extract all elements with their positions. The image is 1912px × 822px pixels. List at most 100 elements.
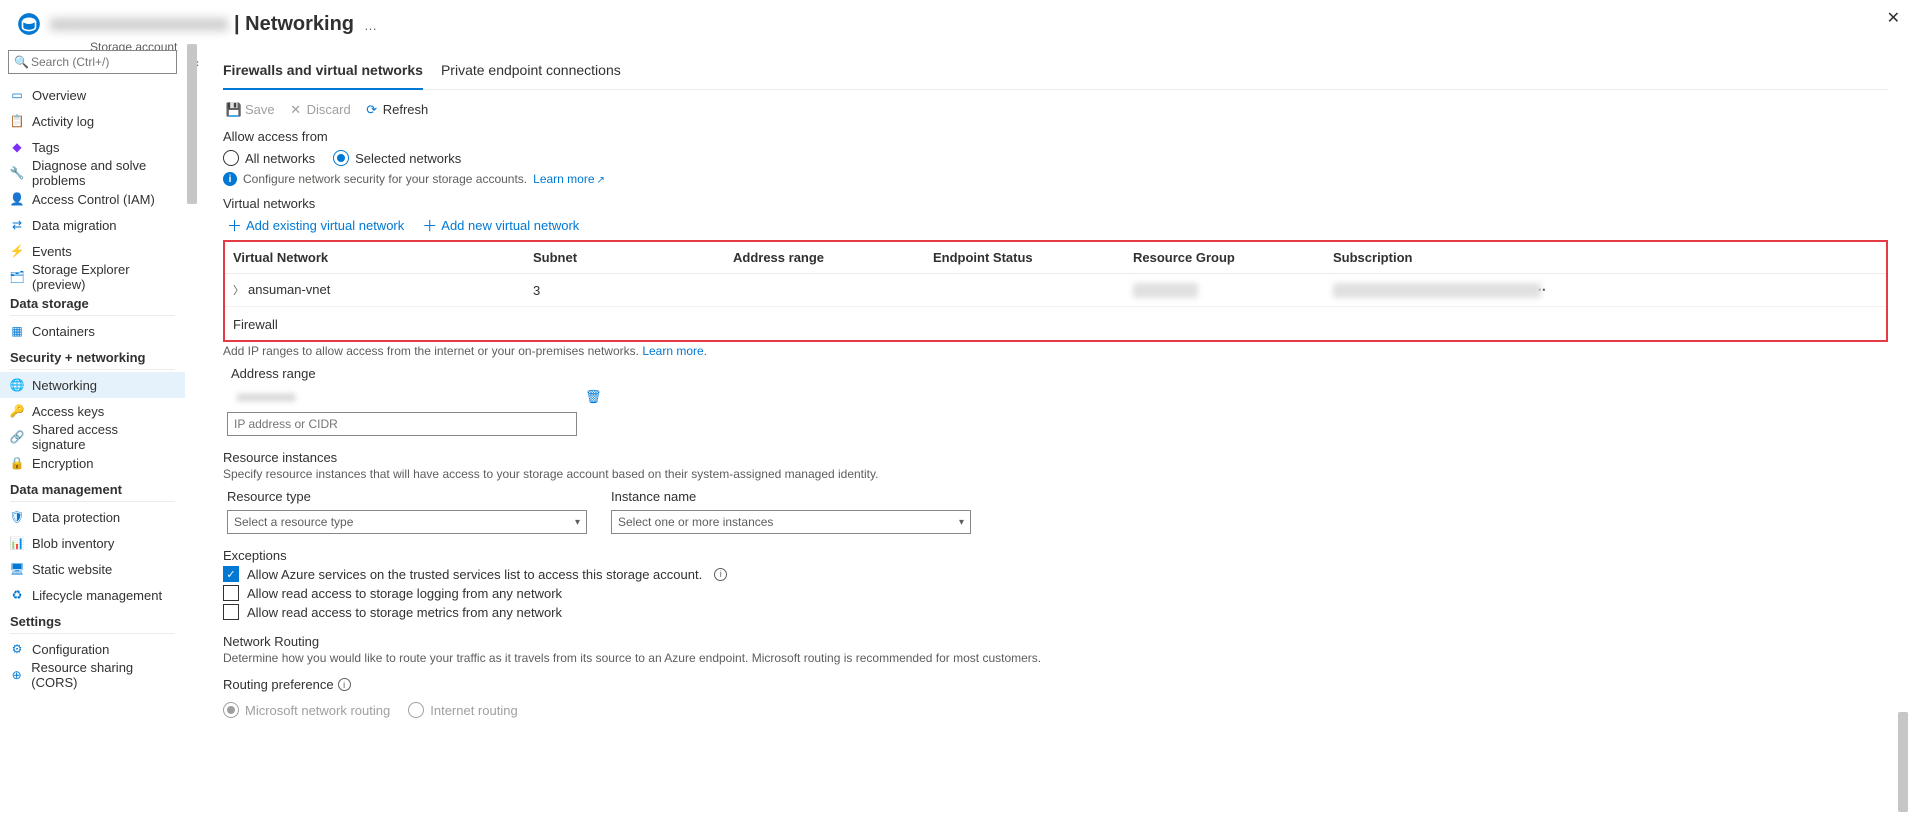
main-scrollbar-thumb[interactable] — [1898, 712, 1908, 812]
nav-lifecycle[interactable]: ♻Lifecycle management — [0, 582, 185, 608]
radio-icon — [223, 150, 239, 166]
activity-log-icon: 📋 — [10, 114, 24, 128]
learn-more-link[interactable]: Learn more↗ — [533, 172, 605, 186]
checkbox-read-metrics[interactable] — [223, 604, 239, 620]
chevron-right-icon[interactable]: 〉 — [233, 285, 244, 297]
nav-cors[interactable]: ⊕Resource sharing (CORS) — [0, 662, 185, 688]
nav-activity-log[interactable]: 📋Activity log — [0, 108, 185, 134]
group-settings-heading: Settings — [0, 608, 185, 631]
vnet-rg-redacted: xxxxxxxxxx — [1133, 283, 1198, 298]
radio-icon-selected — [333, 150, 349, 166]
configuration-icon: ⚙ — [10, 642, 24, 656]
lifecycle-icon: ♻ — [10, 588, 24, 602]
vnet-sub-redacted: xxxxxxxxxxxxxxxxxxxxxxxxxxxxxxxx — [1333, 283, 1541, 298]
migration-icon: ⇄ — [10, 218, 24, 232]
diagnose-icon: 🔧 — [10, 166, 24, 180]
nav-diagnose[interactable]: 🔧Diagnose and solve problems — [0, 160, 185, 186]
col-virtual-network: Virtual Network — [233, 250, 533, 265]
divider — [10, 501, 175, 502]
tab-private-endpoint[interactable]: Private endpoint connections — [441, 56, 621, 89]
vnet-table-row[interactable]: 〉 ansuman-vnet 3 xxxxxxxxxx xxxxxxxxxxxxx… — [225, 274, 1886, 307]
highlighted-region: Virtual Network Subnet Address range End… — [223, 240, 1888, 342]
nav-containers[interactable]: ▦Containers — [0, 318, 185, 344]
networking-icon: 🌐 — [10, 378, 24, 392]
vnet-subnet-count: 3 — [533, 283, 733, 298]
blade-header: xxxxxxxxxxxxxxxx | Networking … Storage … — [0, 0, 1912, 44]
col-address-range: Address range — [733, 250, 933, 265]
vnet-table-header: Virtual Network Subnet Address range End… — [225, 242, 1886, 274]
exceptions-heading: Exceptions — [223, 548, 1888, 563]
discard-button[interactable]: ✕Discard — [289, 102, 351, 117]
nav-networking[interactable]: 🌐Networking — [0, 372, 185, 398]
command-bar: 💾Save ✕Discard ⟳Refresh — [223, 90, 1888, 125]
ip-address-input[interactable] — [227, 412, 577, 436]
inventory-icon: 📊 — [10, 536, 24, 550]
more-actions-icon[interactable]: … — [364, 18, 377, 33]
nav-access-keys[interactable]: 🔑Access keys — [0, 398, 185, 424]
events-icon: ⚡ — [10, 244, 24, 258]
close-icon[interactable]: ✕ — [1887, 8, 1900, 28]
tags-icon: ◆ — [10, 140, 24, 154]
firewall-learn-more-link[interactable]: Learn more. — [642, 344, 707, 358]
delete-ip-icon[interactable]: 🗑 — [585, 389, 602, 405]
instance-name-select[interactable]: Select one or more instances▾ — [611, 510, 971, 534]
allow-access-label: Allow access from — [223, 129, 1888, 144]
radio-all-networks[interactable]: All networks — [223, 150, 315, 166]
save-icon: 💾 — [227, 103, 241, 117]
resource-instances-help: Specify resource instances that will hav… — [223, 467, 1888, 481]
explorer-icon: 🗂 — [10, 270, 24, 284]
group-data-storage-heading: Data storage — [0, 290, 185, 313]
refresh-button[interactable]: ⟳Refresh — [365, 102, 429, 117]
nav-blob-inventory[interactable]: 📊Blob inventory — [0, 530, 185, 556]
sidebar-search-input[interactable] — [8, 50, 177, 74]
nav-storage-explorer[interactable]: 🗂Storage Explorer (preview) — [0, 264, 185, 290]
nav-static-website[interactable]: 🖥Static website — [0, 556, 185, 582]
resource-type-select[interactable]: Select a resource type▾ — [227, 510, 587, 534]
info-tooltip-icon[interactable]: i — [714, 568, 727, 581]
sidebar: 🔍 « ▭Overview 📋Activity log ◆Tags 🔧Diagn… — [0, 44, 185, 822]
sidebar-scrollbar[interactable] — [185, 44, 199, 822]
nav-overview[interactable]: ▭Overview — [0, 82, 185, 108]
info-tooltip-icon[interactable]: i — [338, 678, 351, 691]
resource-name-redacted: xxxxxxxxxxxxxxxx — [50, 13, 228, 36]
plus-icon: ＋ — [422, 215, 437, 236]
scrollbar-thumb[interactable] — [187, 44, 197, 204]
routing-help: Determine how you would like to route yo… — [223, 651, 1888, 665]
vnet-name: ansuman-vnet — [248, 282, 330, 297]
add-existing-vnet-button[interactable]: ＋Add existing virtual network — [227, 215, 404, 236]
firewall-help-text: Add IP ranges to allow access from the i… — [223, 344, 1888, 358]
tab-firewalls[interactable]: Firewalls and virtual networks — [223, 56, 423, 90]
blade-title: | Networking — [234, 13, 354, 36]
col-subnet: Subnet — [533, 250, 733, 265]
save-button[interactable]: 💾Save — [227, 102, 275, 117]
exception-opt1-label: Allow Azure services on the trusted serv… — [247, 567, 702, 582]
nav-configuration[interactable]: ⚙Configuration — [0, 636, 185, 662]
firewall-heading: Firewall — [225, 307, 1886, 336]
info-text: Configure network security for your stor… — [243, 172, 527, 186]
resource-instances-heading: Resource instances — [223, 450, 1888, 465]
nav-encryption[interactable]: 🔒Encryption — [0, 450, 185, 476]
nav-tags[interactable]: ◆Tags — [0, 134, 185, 160]
radio-icon-disabled — [408, 702, 424, 718]
radio-selected-networks[interactable]: Selected networks — [333, 150, 461, 166]
add-new-vnet-button[interactable]: ＋Add new virtual network — [422, 215, 579, 236]
protection-icon: 🛡 — [10, 510, 24, 524]
discard-icon: ✕ — [289, 103, 303, 117]
nav-sas[interactable]: 🔗Shared access signature — [0, 424, 185, 450]
address-range-label: Address range — [231, 366, 1888, 381]
nav-events[interactable]: ⚡Events — [0, 238, 185, 264]
tabs: Firewalls and virtual networks Private e… — [223, 56, 1888, 90]
iam-icon: 👤 — [10, 192, 24, 206]
checkbox-read-logging[interactable] — [223, 585, 239, 601]
containers-icon: ▦ — [10, 324, 24, 338]
nav-access-control[interactable]: 👤Access Control (IAM) — [0, 186, 185, 212]
main-content: Firewalls and virtual networks Private e… — [199, 44, 1912, 822]
divider — [10, 633, 175, 634]
cors-icon: ⊕ — [10, 668, 23, 682]
nav-data-migration[interactable]: ⇄Data migration — [0, 212, 185, 238]
nav-data-protection[interactable]: 🛡Data protection — [0, 504, 185, 530]
chevron-down-icon: ▾ — [575, 517, 580, 528]
col-endpoint-status: Endpoint Status — [933, 250, 1133, 265]
overview-icon: ▭ — [10, 88, 24, 102]
checkbox-trusted-services[interactable]: ✓ — [223, 566, 239, 582]
